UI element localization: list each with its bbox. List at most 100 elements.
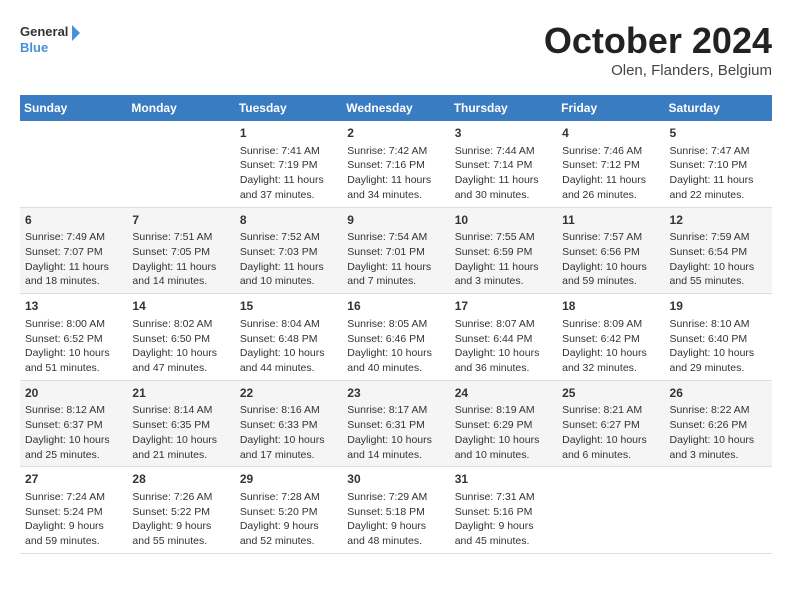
day-info-29: Sunrise: 7:28 AMSunset: 5:20 PMDaylight:… bbox=[240, 490, 337, 549]
day-info-15: Sunrise: 8:04 AMSunset: 6:48 PMDaylight:… bbox=[240, 317, 337, 376]
calendar-cell-w5-d5: 31 Sunrise: 7:31 AMSunset: 5:16 PMDayligh… bbox=[450, 467, 557, 554]
calendar-cell-w2-d3: 8Sunrise: 7:52 AMSunset: 7:03 PMDaylight… bbox=[235, 207, 342, 294]
day-number-9: 9 bbox=[347, 212, 444, 229]
calendar-cell-w4-d1: 20Sunrise: 8:12 AMSunset: 6:37 PMDayligh… bbox=[20, 380, 127, 467]
day-number-2: 2 bbox=[347, 125, 444, 142]
day-info-3: Sunrise: 7:44 AMSunset: 7:14 PMDaylight:… bbox=[455, 144, 552, 203]
calendar-cell-w3-d2: 14 Sunrise: 8:02 AMSunset: 6:50 PMDayligh… bbox=[127, 294, 234, 381]
day-number-6: 6 bbox=[25, 212, 122, 229]
logo: General Blue bbox=[20, 20, 80, 60]
day-number-8: 8 bbox=[240, 212, 337, 229]
calendar-cell-w5-d3: 29 Sunrise: 7:28 AMSunset: 5:20 PMDayligh… bbox=[235, 467, 342, 554]
day-number-12: 12 bbox=[670, 212, 767, 229]
day-info-20: Sunrise: 8:12 AMSunset: 6:37 PMDaylight:… bbox=[25, 403, 122, 462]
day-info-31: Sunrise: 7:31 AMSunset: 5:16 PMDaylight:… bbox=[455, 490, 552, 549]
day-info-1: Sunrise: 7:41 AMSunset: 7:19 PMDaylight:… bbox=[240, 144, 337, 203]
calendar-week-5: 27 Sunrise: 7:24 AMSunset: 5:24 PMDayligh… bbox=[20, 467, 772, 554]
day-info-22: Sunrise: 8:16 AMSunset: 6:33 PMDaylight:… bbox=[240, 403, 337, 462]
day-number-10: 10 bbox=[455, 212, 552, 229]
calendar-cell-w4-d2: 21Sunrise: 8:14 AMSunset: 6:35 PMDayligh… bbox=[127, 380, 234, 467]
day-info-10: Sunrise: 7:55 AMSunset: 6:59 PMDaylight:… bbox=[455, 230, 552, 289]
calendar-cell-w5-d6 bbox=[557, 467, 664, 554]
calendar-cell-w1-d6: 4 Sunrise: 7:46 AMSunset: 7:12 PMDaylight… bbox=[557, 121, 664, 207]
calendar-cell-w4-d6: 25Sunrise: 8:21 AMSunset: 6:27 PMDayligh… bbox=[557, 380, 664, 467]
day-info-19: Sunrise: 8:10 AMSunset: 6:40 PMDaylight:… bbox=[670, 317, 767, 376]
day-info-14: Sunrise: 8:02 AMSunset: 6:50 PMDaylight:… bbox=[132, 317, 229, 376]
day-info-4: Sunrise: 7:46 AMSunset: 7:12 PMDaylight:… bbox=[562, 144, 659, 203]
day-number-11: 11 bbox=[562, 212, 659, 229]
day-number-17: 17 bbox=[455, 298, 552, 315]
day-number-24: 24 bbox=[455, 385, 552, 402]
weekday-header-wednesday: Wednesday bbox=[342, 95, 449, 121]
month-title: October 2024 bbox=[544, 20, 772, 62]
day-number-7: 7 bbox=[132, 212, 229, 229]
calendar-cell-w2-d7: 12Sunrise: 7:59 AMSunset: 6:54 PMDayligh… bbox=[665, 207, 772, 294]
day-info-12: Sunrise: 7:59 AMSunset: 6:54 PMDaylight:… bbox=[670, 230, 767, 289]
day-info-17: Sunrise: 8:07 AMSunset: 6:44 PMDaylight:… bbox=[455, 317, 552, 376]
day-info-30: Sunrise: 7:29 AMSunset: 5:18 PMDaylight:… bbox=[347, 490, 444, 549]
day-number-30: 30 bbox=[347, 471, 444, 488]
day-number-16: 16 bbox=[347, 298, 444, 315]
calendar-header: SundayMondayTuesdayWednesdayThursdayFrid… bbox=[20, 95, 772, 121]
day-number-26: 26 bbox=[670, 385, 767, 402]
title-block: October 2024 Olen, Flanders, Belgium bbox=[544, 20, 772, 79]
calendar-cell-w3-d1: 13 Sunrise: 8:00 AMSunset: 6:52 PMDayligh… bbox=[20, 294, 127, 381]
day-info-8: Sunrise: 7:52 AMSunset: 7:03 PMDaylight:… bbox=[240, 230, 337, 289]
day-number-27: 27 bbox=[25, 471, 122, 488]
day-info-28: Sunrise: 7:26 AMSunset: 5:22 PMDaylight:… bbox=[132, 490, 229, 549]
calendar-cell-w1-d2 bbox=[127, 121, 234, 207]
day-number-29: 29 bbox=[240, 471, 337, 488]
calendar-table: SundayMondayTuesdayWednesdayThursdayFrid… bbox=[20, 95, 772, 554]
weekday-header-row: SundayMondayTuesdayWednesdayThursdayFrid… bbox=[20, 95, 772, 121]
day-number-15: 15 bbox=[240, 298, 337, 315]
calendar-cell-w1-d5: 3Sunrise: 7:44 AMSunset: 7:14 PMDaylight… bbox=[450, 121, 557, 207]
calendar-cell-w2-d4: 9Sunrise: 7:54 AMSunset: 7:01 PMDaylight… bbox=[342, 207, 449, 294]
svg-text:General: General bbox=[20, 24, 68, 39]
day-number-14: 14 bbox=[132, 298, 229, 315]
weekday-header-monday: Monday bbox=[127, 95, 234, 121]
day-info-27: Sunrise: 7:24 AMSunset: 5:24 PMDaylight:… bbox=[25, 490, 122, 549]
weekday-header-thursday: Thursday bbox=[450, 95, 557, 121]
calendar-body: 1Sunrise: 7:41 AMSunset: 7:19 PMDaylight… bbox=[20, 121, 772, 553]
day-number-18: 18 bbox=[562, 298, 659, 315]
day-info-9: Sunrise: 7:54 AMSunset: 7:01 PMDaylight:… bbox=[347, 230, 444, 289]
day-number-19: 19 bbox=[670, 298, 767, 315]
day-number-13: 13 bbox=[25, 298, 122, 315]
weekday-header-friday: Friday bbox=[557, 95, 664, 121]
calendar-cell-w4-d7: 26Sunrise: 8:22 AMSunset: 6:26 PMDayligh… bbox=[665, 380, 772, 467]
day-info-23: Sunrise: 8:17 AMSunset: 6:31 PMDaylight:… bbox=[347, 403, 444, 462]
calendar-cell-w3-d5: 17 Sunrise: 8:07 AMSunset: 6:44 PMDayligh… bbox=[450, 294, 557, 381]
day-number-25: 25 bbox=[562, 385, 659, 402]
day-number-20: 20 bbox=[25, 385, 122, 402]
calendar-cell-w5-d1: 27 Sunrise: 7:24 AMSunset: 5:24 PMDayligh… bbox=[20, 467, 127, 554]
day-info-18: Sunrise: 8:09 AMSunset: 6:42 PMDaylight:… bbox=[562, 317, 659, 376]
calendar-cell-w3-d4: 16Sunrise: 8:05 AMSunset: 6:46 PMDayligh… bbox=[342, 294, 449, 381]
calendar-cell-w4-d4: 23Sunrise: 8:17 AMSunset: 6:31 PMDayligh… bbox=[342, 380, 449, 467]
day-info-6: Sunrise: 7:49 AMSunset: 7:07 PMDaylight:… bbox=[25, 230, 122, 289]
calendar-cell-w4-d3: 22Sunrise: 8:16 AMSunset: 6:33 PMDayligh… bbox=[235, 380, 342, 467]
calendar-cell-w1-d4: 2 Sunrise: 7:42 AMSunset: 7:16 PMDaylight… bbox=[342, 121, 449, 207]
day-info-13: Sunrise: 8:00 AMSunset: 6:52 PMDaylight:… bbox=[25, 317, 122, 376]
day-info-25: Sunrise: 8:21 AMSunset: 6:27 PMDaylight:… bbox=[562, 403, 659, 462]
calendar-cell-w5-d7 bbox=[665, 467, 772, 554]
calendar-cell-w2-d6: 11Sunrise: 7:57 AMSunset: 6:56 PMDayligh… bbox=[557, 207, 664, 294]
calendar-cell-w1-d3: 1Sunrise: 7:41 AMSunset: 7:19 PMDaylight… bbox=[235, 121, 342, 207]
calendar-cell-w2-d2: 7Sunrise: 7:51 AMSunset: 7:05 PMDaylight… bbox=[127, 207, 234, 294]
day-info-24: Sunrise: 8:19 AMSunset: 6:29 PMDaylight:… bbox=[455, 403, 552, 462]
day-number-4: 4 bbox=[562, 125, 659, 142]
calendar-cell-w3-d3: 15 Sunrise: 8:04 AMSunset: 6:48 PMDayligh… bbox=[235, 294, 342, 381]
calendar-cell-w3-d7: 19 Sunrise: 8:10 AMSunset: 6:40 PMDayligh… bbox=[665, 294, 772, 381]
calendar-cell-w2-d1: 6Sunrise: 7:49 AMSunset: 7:07 PMDaylight… bbox=[20, 207, 127, 294]
day-number-28: 28 bbox=[132, 471, 229, 488]
day-info-2: Sunrise: 7:42 AMSunset: 7:16 PMDaylight:… bbox=[347, 144, 444, 203]
calendar-cell-w5-d4: 30 Sunrise: 7:29 AMSunset: 5:18 PMDayligh… bbox=[342, 467, 449, 554]
day-info-5: Sunrise: 7:47 AMSunset: 7:10 PMDaylight:… bbox=[670, 144, 767, 203]
logo-svg: General Blue bbox=[20, 20, 80, 60]
calendar-week-2: 6Sunrise: 7:49 AMSunset: 7:07 PMDaylight… bbox=[20, 207, 772, 294]
calendar-cell-w4-d5: 24Sunrise: 8:19 AMSunset: 6:29 PMDayligh… bbox=[450, 380, 557, 467]
page-header: General Blue October 2024 Olen, Flanders… bbox=[20, 20, 772, 79]
weekday-header-tuesday: Tuesday bbox=[235, 95, 342, 121]
calendar-cell-w1-d1 bbox=[20, 121, 127, 207]
calendar-cell-w3-d6: 18 Sunrise: 8:09 AMSunset: 6:42 PMDayligh… bbox=[557, 294, 664, 381]
day-number-31: 31 bbox=[455, 471, 552, 488]
